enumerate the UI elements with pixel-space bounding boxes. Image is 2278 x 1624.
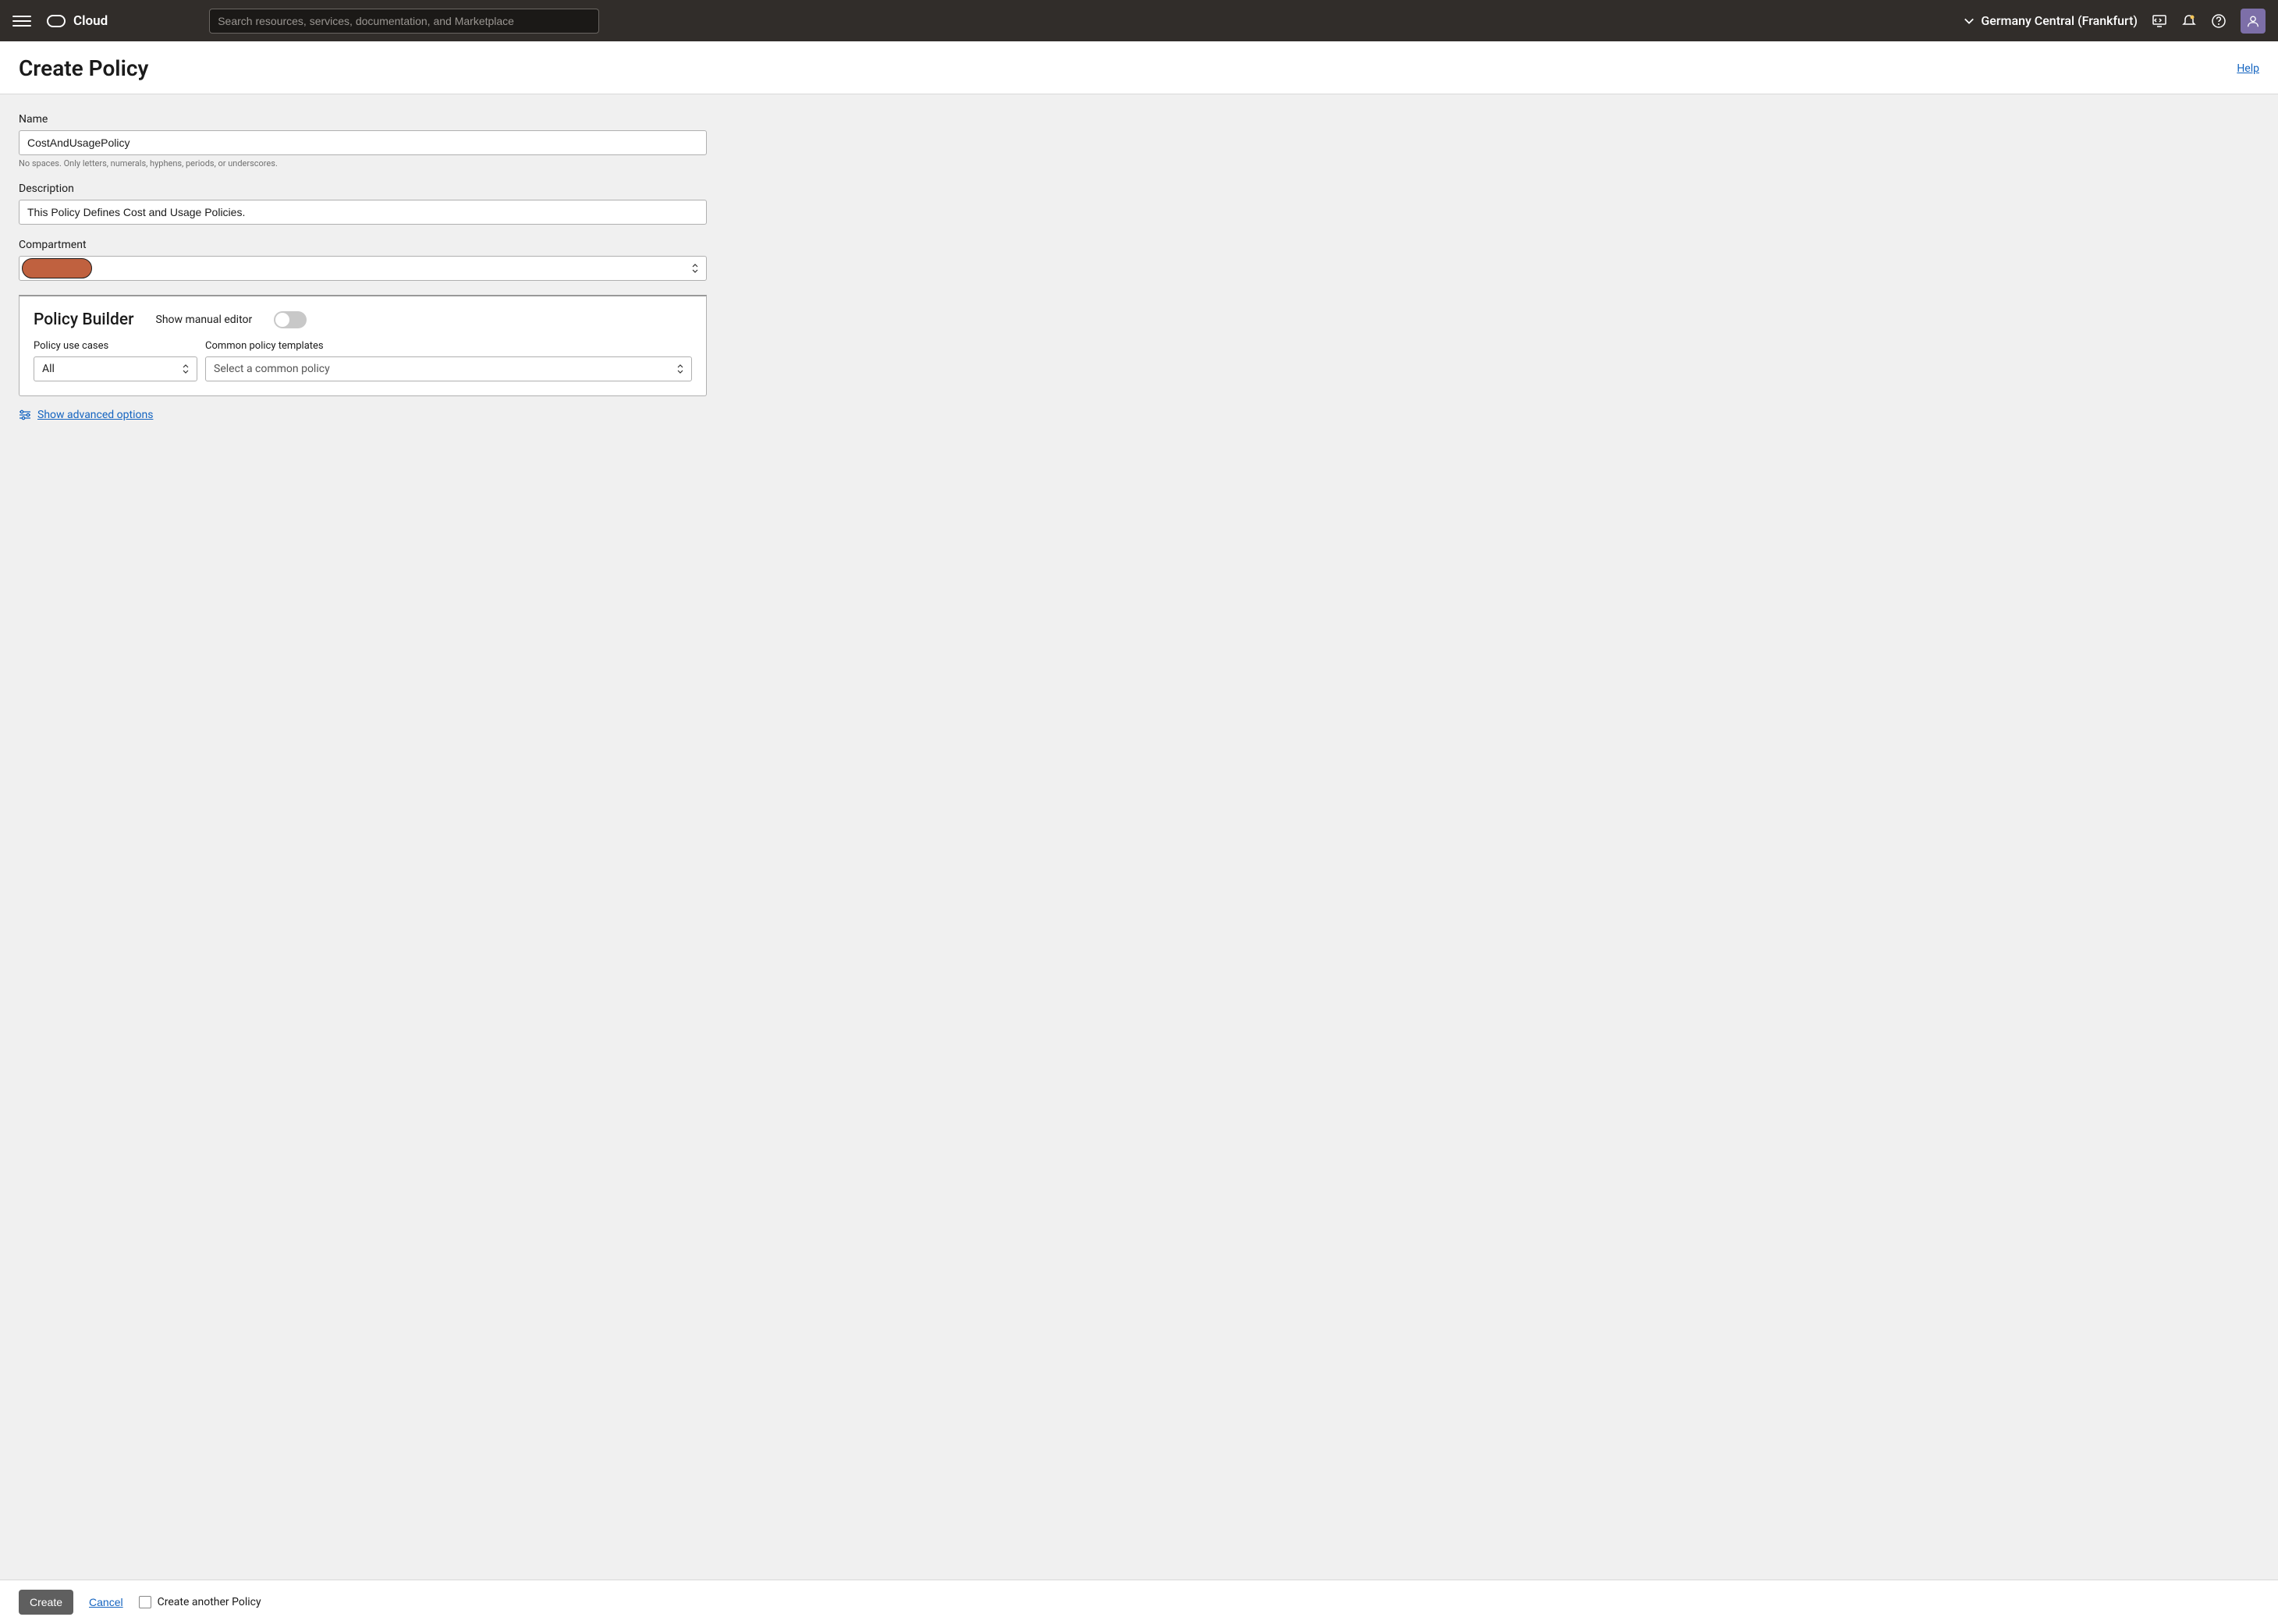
top-header: Cloud Germany Central (Frankfurt) (0, 0, 2278, 41)
description-label: Description (19, 183, 707, 195)
page-title: Create Policy (19, 55, 148, 81)
policy-builder-title: Policy Builder (34, 310, 134, 329)
brand-logo[interactable]: Cloud (47, 13, 108, 29)
manual-editor-toggle[interactable] (274, 311, 307, 328)
toggle-knob (275, 313, 289, 327)
compartment-input[interactable] (19, 256, 707, 281)
create-another-label: Create another Policy (158, 1596, 261, 1608)
form-content: Name No spaces. Only letters, numerals, … (0, 94, 726, 440)
policy-builder-header: Policy Builder Show manual editor (34, 310, 692, 329)
footer-bar: Create Cancel Create another Policy (0, 1580, 2278, 1624)
templates-select[interactable]: Select a common policy (205, 356, 692, 381)
show-advanced-options-link[interactable]: Show advanced options (37, 409, 153, 421)
header-right: Germany Central (Frankfurt) (1964, 9, 2266, 34)
title-bar: Create Policy Help (0, 41, 2278, 94)
dev-tools-icon[interactable] (2152, 13, 2167, 29)
name-label: Name (19, 113, 707, 126)
search-input[interactable] (209, 9, 599, 34)
description-group: Description (19, 183, 707, 225)
use-cases-label: Policy use cases (34, 340, 197, 352)
compartment-select[interactable] (19, 256, 707, 281)
policy-builder-card: Policy Builder Show manual editor Policy… (19, 295, 707, 396)
user-avatar[interactable] (2241, 9, 2266, 34)
name-group: Name No spaces. Only letters, numerals, … (19, 113, 707, 168)
templates-label: Common policy templates (205, 340, 692, 352)
advanced-options-row: Show advanced options (19, 409, 707, 421)
create-another-wrap: Create another Policy (139, 1596, 261, 1608)
templates-col: Common policy templates Select a common … (205, 340, 692, 381)
region-selector[interactable]: Germany Central (Frankfurt) (1964, 13, 2138, 28)
hamburger-menu-icon[interactable] (12, 12, 31, 30)
manual-editor-label: Show manual editor (156, 314, 253, 326)
help-link[interactable]: Help (2237, 62, 2259, 75)
chevron-down-icon (1964, 16, 1975, 27)
compartment-redacted-chip (22, 258, 92, 278)
search-container (209, 9, 599, 34)
announcements-icon[interactable] (2181, 13, 2197, 29)
compartment-group: Compartment (19, 239, 707, 281)
use-cases-select[interactable]: All (34, 356, 197, 381)
sliders-icon (19, 409, 31, 421)
region-label: Germany Central (Frankfurt) (1981, 13, 2138, 28)
name-input[interactable] (19, 130, 707, 155)
create-button[interactable]: Create (19, 1590, 73, 1615)
description-input[interactable] (19, 200, 707, 225)
use-cases-value: All (34, 356, 197, 381)
help-icon[interactable] (2211, 13, 2227, 29)
templates-placeholder: Select a common policy (205, 356, 692, 381)
create-another-checkbox[interactable] (139, 1596, 151, 1608)
compartment-label: Compartment (19, 239, 707, 251)
name-helper: No spaces. Only letters, numerals, hyphe… (19, 158, 707, 168)
builder-row: Policy use cases All Common policy templ… (34, 340, 692, 381)
oracle-oval-icon (47, 15, 66, 27)
brand-text: Cloud (73, 13, 108, 29)
use-cases-col: Policy use cases All (34, 340, 197, 381)
cancel-button[interactable]: Cancel (89, 1596, 123, 1608)
